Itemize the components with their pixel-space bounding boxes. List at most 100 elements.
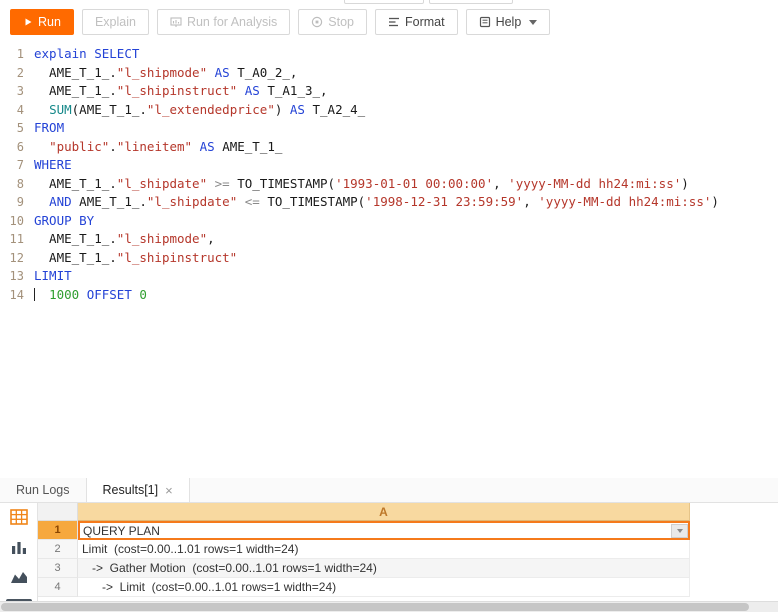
close-icon[interactable]: ×	[165, 483, 173, 498]
line-number: 13	[9, 269, 24, 283]
code-line[interactable]: 1 explain SELECT	[0, 45, 778, 64]
tab-label: Results[1]	[102, 483, 159, 497]
horizontal-scrollbar[interactable]	[0, 601, 778, 612]
cell-dropdown-button[interactable]	[671, 523, 688, 538]
cell-text: -> Limit (cost=0.00..1.01 rows=1 width=2…	[82, 580, 337, 594]
format-button-label: Format	[404, 15, 445, 29]
result-row: 4 -> Limit (cost=0.00..1.01 rows=1 width…	[38, 578, 778, 597]
format-button[interactable]: Format	[374, 9, 458, 35]
line-content: LIMIT	[34, 268, 72, 283]
line-content: AND AME_T_1_."l_shipdate" <= TO_TIMESTAM…	[49, 194, 719, 209]
code-line[interactable]: 13 LIMIT	[0, 267, 778, 286]
line-number: 3	[16, 84, 24, 98]
code-line[interactable]: 3 AME_T_1_."l_shipinstruct" AS T_A1_3_,	[0, 82, 778, 101]
results-tabbar: Run Logs Results[1] ×	[0, 478, 778, 503]
area-chart-icon[interactable]	[10, 569, 28, 585]
result-row: 2 Limit (cost=0.00..1.01 rows=1 width=24)	[38, 540, 778, 559]
line-number: 5	[16, 121, 24, 135]
run-for-analysis-label: Run for Analysis	[186, 15, 278, 29]
explain-button-label: Explain	[94, 15, 136, 29]
row-number[interactable]: 1	[38, 521, 78, 540]
line-content: explain SELECT	[34, 46, 140, 61]
code-line[interactable]: 6 "public"."lineitem" AS AME_T_1_	[0, 138, 778, 157]
analysis-icon	[170, 16, 182, 28]
row-number[interactable]: 3	[38, 559, 78, 578]
result-cell[interactable]: Limit (cost=0.00..1.01 rows=1 width=24)	[78, 540, 690, 559]
cell-text: Limit (cost=0.00..1.01 rows=1 width=24)	[82, 542, 299, 556]
results-panel: A 1 QUERY PLAN 2 Limit (cost=0.00..1.01 row…	[0, 503, 778, 604]
truncated-control	[344, 0, 424, 4]
line-content: AME_T_1_."l_shipmode",	[34, 231, 215, 246]
line-content: 1000 OFFSET 0	[34, 286, 147, 305]
line-content: AME_T_1_."l_shipdate" >= TO_TIMESTAMP('1…	[34, 175, 689, 191]
stop-icon	[311, 16, 323, 28]
line-number: 4	[16, 102, 24, 117]
stop-button[interactable]: Stop	[298, 9, 367, 35]
bar-chart-icon[interactable]	[10, 539, 28, 555]
code-lines: 1 explain SELECT 2 AME_T_1_."l_shipmode" A…	[0, 45, 778, 304]
chevron-down-icon	[676, 528, 683, 533]
line-number: 7	[16, 158, 24, 172]
code-line[interactable]: 12 AME_T_1_."l_shipinstruct"	[0, 249, 778, 268]
line-content: GROUP BY	[34, 212, 95, 228]
line-content: SUM(AME_T_1_."l_extendedprice") AS T_A2_…	[49, 101, 366, 117]
code-line[interactable]: 8 AME_T_1_."l_shipdate" >= TO_TIMESTAMP(…	[0, 175, 778, 194]
tab-run-logs[interactable]: Run Logs	[0, 478, 86, 502]
code-line[interactable]: 14 1000 OFFSET 0	[0, 286, 778, 305]
line-number: 14	[9, 287, 24, 302]
column-header-a[interactable]: A	[78, 503, 690, 521]
code-line[interactable]: 10 GROUP BY	[0, 212, 778, 231]
code-line[interactable]: 7 WHERE	[0, 156, 778, 175]
line-number: 6	[16, 139, 24, 154]
code-line[interactable]: 5 FROM	[0, 119, 778, 138]
scrollbar-thumb[interactable]	[1, 603, 749, 611]
table-view-icon[interactable]	[9, 509, 28, 525]
run-for-analysis-button[interactable]: Run for Analysis	[156, 9, 291, 35]
line-number: 9	[16, 195, 24, 209]
tab-results-1-[interactable]: Results[1] ×	[85, 478, 190, 502]
row-number[interactable]: 4	[38, 578, 78, 597]
help-button-label: Help	[495, 15, 522, 29]
results-grid: A 1 QUERY PLAN 2 Limit (cost=0.00..1.01 row…	[38, 503, 778, 604]
code-line[interactable]: 9 AND AME_T_1_."l_shipdate" <= TO_TIMEST…	[0, 193, 778, 212]
run-button[interactable]: Run	[10, 9, 74, 35]
explain-button[interactable]: Explain	[81, 9, 149, 35]
tab-label: Run Logs	[16, 483, 70, 497]
row-number[interactable]: 2	[38, 540, 78, 559]
line-content: AME_T_1_."l_shipinstruct" AS T_A1_3_,	[34, 83, 328, 98]
cell-text: QUERY PLAN	[83, 523, 160, 538]
chevron-down-icon	[529, 19, 538, 25]
line-number: 8	[16, 176, 24, 191]
code-line[interactable]: 2 AME_T_1_."l_shipmode" AS T_A0_2_,	[0, 64, 778, 83]
help-button[interactable]: Help	[465, 9, 551, 35]
help-book-icon	[479, 16, 491, 28]
toolbar: Run Explain Run for Analysis Stop Format…	[0, 0, 778, 42]
line-content: FROM	[34, 120, 65, 135]
line-number: 1	[16, 47, 24, 61]
code-line[interactable]: 4 SUM(AME_T_1_."l_extendedprice") AS T_A…	[0, 101, 778, 120]
line-number: 11	[9, 232, 24, 246]
truncated-control	[429, 0, 513, 4]
code-line[interactable]: 11 AME_T_1_."l_shipmode",	[0, 230, 778, 249]
stop-button-label: Stop	[328, 15, 354, 29]
sql-editor[interactable]: 1 explain SELECT 2 AME_T_1_."l_shipmode" A…	[0, 42, 778, 478]
result-row: 1 QUERY PLAN	[38, 521, 778, 540]
result-cell[interactable]: -> Limit (cost=0.00..1.01 rows=1 width=2…	[78, 578, 690, 597]
result-cell[interactable]: -> Gather Motion (cost=0.00..1.01 rows=1…	[78, 559, 690, 578]
line-content: AME_T_1_."l_shipmode" AS T_A0_2_,	[34, 64, 298, 80]
play-icon	[23, 17, 33, 27]
grid-corner-cell[interactable]	[38, 503, 78, 521]
format-icon	[388, 16, 400, 28]
line-number: 12	[9, 250, 24, 265]
run-button-label: Run	[38, 15, 61, 29]
result-cell[interactable]: QUERY PLAN	[78, 521, 690, 540]
line-content: WHERE	[34, 157, 72, 172]
result-row: 3 -> Gather Motion (cost=0.00..1.01 rows…	[38, 559, 778, 578]
view-switcher	[0, 503, 38, 604]
cell-text: -> Gather Motion (cost=0.00..1.01 rows=1…	[82, 561, 377, 575]
line-content: "public"."lineitem" AS AME_T_1_	[49, 138, 283, 154]
line-number: 10	[9, 213, 24, 228]
grid-header-row: A	[38, 503, 778, 521]
grid-rows: 1 QUERY PLAN 2 Limit (cost=0.00..1.01 rows=…	[38, 521, 778, 597]
line-number: 2	[16, 65, 24, 80]
